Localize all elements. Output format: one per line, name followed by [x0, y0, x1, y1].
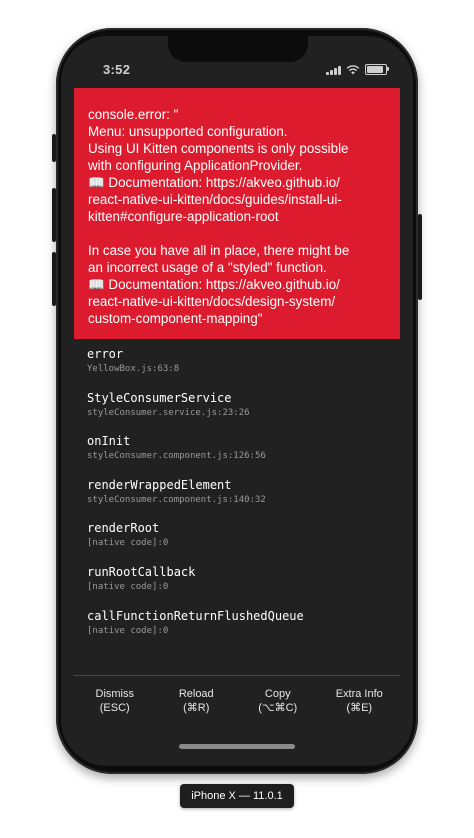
- volume-down-button: [52, 252, 56, 306]
- stack-frame-location: styleConsumer.component.js:140:32: [87, 494, 266, 505]
- reload-label: Reload: [178, 688, 214, 700]
- device-label: iPhone X — 11.0.1: [180, 784, 294, 808]
- stack-frame-location: [native code]:0: [87, 581, 169, 592]
- dismiss-button[interactable]: Dismiss (ESC): [74, 687, 156, 717]
- mute-switch: [52, 134, 56, 162]
- stack-frame-function: StyleConsumerService: [87, 390, 232, 405]
- stack-frame-function: error: [87, 347, 124, 361]
- error-message-box: console.error: " Menu: unsupported confi…: [74, 88, 400, 339]
- volume-up-button: [52, 188, 56, 242]
- status-time: 3:52: [103, 62, 131, 77]
- wifi-icon: [346, 64, 360, 74]
- extra-info-button[interactable]: Extra Info (⌘E): [319, 687, 401, 717]
- reload-shortcut: (⌘R): [183, 702, 210, 714]
- stack-frame[interactable]: error YellowBox.js:63:8: [87, 346, 397, 390]
- stack-frame-function: renderWrappedElement: [87, 477, 232, 492]
- stack-frame[interactable]: renderRoot [native code]:0: [87, 520, 397, 564]
- stack-frame-function: renderRoot: [87, 521, 160, 536]
- stack-frame-function: onInit: [87, 434, 131, 449]
- dismiss-label: Dismiss: [95, 688, 135, 700]
- home-indicator[interactable]: [179, 744, 295, 749]
- stack-frame-location: styleConsumer.service.js:23:26: [87, 407, 250, 418]
- status-icons: [326, 64, 389, 75]
- cellular-signal-icon: [326, 65, 341, 75]
- copy-label: Copy: [264, 688, 291, 700]
- stack-frame-location: [native code]:0: [87, 538, 169, 549]
- copy-button[interactable]: Copy (⌥⌘C): [237, 687, 319, 717]
- divider: [74, 675, 400, 676]
- stack-frame-location: YellowBox.js:63:8: [87, 364, 180, 374]
- stack-frame-function: runRootCallback: [87, 564, 196, 579]
- notch: [168, 36, 308, 62]
- copy-shortcut: (⌥⌘C): [258, 702, 298, 714]
- battery-icon: [365, 64, 389, 75]
- stack-trace: error YellowBox.js:63:8 StyleConsumerSer…: [87, 346, 397, 651]
- stack-frame-location: [native code]:0: [87, 625, 169, 636]
- reload-button[interactable]: Reload (⌘R): [156, 687, 238, 717]
- extra-info-label: Extra Info: [335, 688, 383, 700]
- extra-info-shortcut: (⌘E): [346, 702, 373, 714]
- stack-frame-location: styleConsumer.component.js:126:56: [87, 451, 266, 462]
- stack-frame[interactable]: StyleConsumerService styleConsumer.servi…: [87, 390, 397, 434]
- device-screen: 3:52 console.error: " Menu: unsupported …: [61, 36, 413, 766]
- stack-frame-function: callFunctionReturnFlushedQueue: [87, 608, 304, 623]
- stack-frame[interactable]: callFunctionReturnFlushedQueue [native c…: [87, 608, 397, 652]
- stack-frame[interactable]: onInit styleConsumer.component.js:126:56: [87, 433, 397, 477]
- stack-frame[interactable]: renderWrappedElement styleConsumer.compo…: [87, 477, 397, 521]
- stack-frame[interactable]: runRootCallback [native code]:0: [87, 564, 397, 608]
- action-bar: Dismiss (ESC) Reload (⌘R) Copy (⌥⌘C) Ext…: [74, 687, 400, 717]
- power-button: [418, 214, 422, 300]
- error-message: console.error: " Menu: unsupported confi…: [88, 107, 350, 326]
- dismiss-shortcut: (ESC): [99, 702, 130, 714]
